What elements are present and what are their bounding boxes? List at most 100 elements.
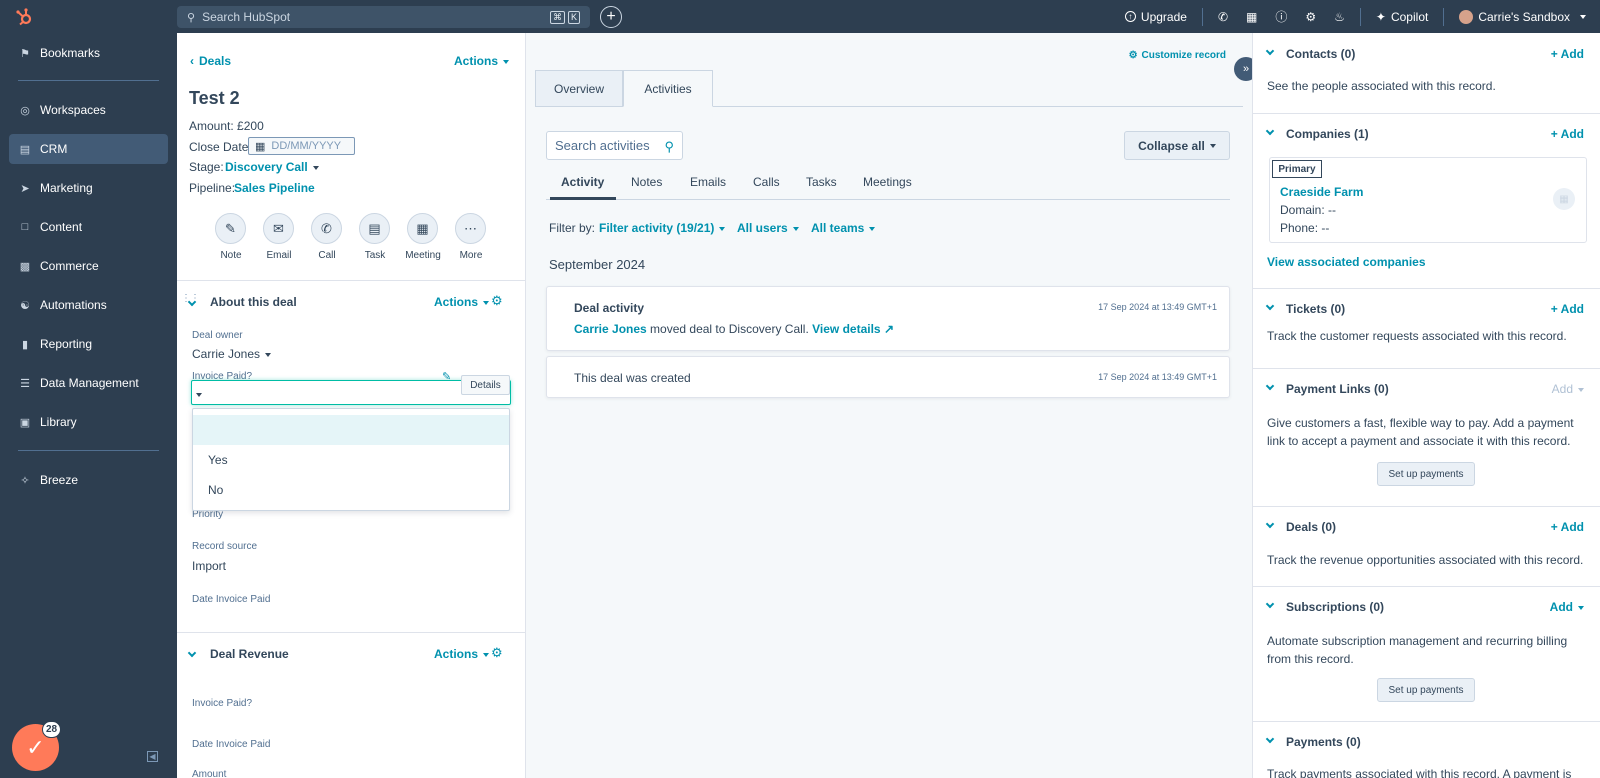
notifications-bell-icon[interactable]: ♨ [1325, 10, 1354, 24]
set-up-payments-button[interactable]: Set up payments [1377, 678, 1475, 702]
dropdown-option-empty[interactable] [193, 415, 509, 445]
chevron-down-icon [792, 226, 799, 231]
companies-section-title[interactable]: Companies (1) [1286, 127, 1369, 141]
meeting-button[interactable]: ▦ [407, 213, 438, 244]
sidebar-item-bookmarks[interactable]: ⚑ Bookmarks [9, 38, 168, 68]
customize-record-link[interactable]: ⚙ Customize record [1129, 50, 1226, 61]
subtab-tasks[interactable]: Tasks [806, 175, 837, 189]
sidebar-item-commerce[interactable]: ▩ Commerce [9, 251, 168, 281]
activities-panel: ⚙ Customize record Overview Activities Se… [526, 33, 1252, 778]
copilot-button[interactable]: ✦ Copilot [1367, 10, 1437, 24]
section-settings-gear-icon[interactable]: ⚙ [491, 293, 503, 309]
stage-dropdown[interactable]: Discovery Call [225, 160, 319, 174]
chevron-down-icon[interactable] [1265, 381, 1275, 391]
payments-section-title[interactable]: Payments (0) [1286, 735, 1361, 749]
subtab-activity[interactable]: Activity [561, 175, 604, 189]
about-actions-menu[interactable]: Actions [434, 295, 490, 309]
add-label: Add [1549, 600, 1573, 614]
add-deal-button[interactable]: + Add [1551, 520, 1584, 534]
add-label: Add [1551, 382, 1573, 396]
record-source-value[interactable]: Import [192, 559, 226, 573]
account-menu[interactable]: Carrie's Sandbox [1450, 9, 1600, 24]
help-icon[interactable]: ⓘ [1266, 8, 1296, 25]
tab-activities[interactable]: Activities [623, 70, 713, 107]
view-details-link[interactable]: View details ↗ [812, 322, 894, 336]
task-button[interactable]: ▤ [359, 213, 390, 244]
details-button[interactable]: Details [461, 375, 510, 395]
view-associated-companies-link[interactable]: View associated companies [1267, 255, 1426, 269]
deal-owner-dropdown[interactable]: Carrie Jones [192, 347, 272, 361]
tab-overview[interactable]: Overview [535, 70, 623, 107]
add-contact-button[interactable]: + Add [1551, 47, 1584, 61]
all-users-dropdown[interactable]: All users [737, 221, 799, 235]
record-title[interactable]: Test 2 [189, 88, 240, 109]
subtab-meetings[interactable]: Meetings [863, 175, 912, 189]
back-to-deals-link[interactable]: ‹ Deals [190, 54, 231, 68]
add-subscription-button[interactable]: Add [1550, 600, 1584, 614]
chevron-down-icon [265, 352, 272, 357]
create-new-button[interactable]: + [600, 6, 622, 28]
activity-text: moved deal to Discovery Call. [650, 322, 809, 336]
calling-icon[interactable]: ✆ [1209, 10, 1237, 24]
global-search-input[interactable]: ⚲ Search HubSpot ⌘ K [177, 6, 590, 28]
revenue-section-toggle[interactable] [187, 645, 197, 659]
sidebar-item-library[interactable]: ▣ Library [9, 407, 168, 437]
chevron-down-icon[interactable] [1265, 301, 1275, 311]
search-activities-input[interactable]: Search activities ⚲ [546, 131, 683, 160]
set-up-payments-button[interactable]: Set up payments [1377, 462, 1475, 486]
sidebar-item-content[interactable]: □ Content [9, 212, 168, 242]
collapse-sidebar-icon[interactable]: ◀ [147, 751, 158, 762]
chevron-down-icon[interactable] [1265, 734, 1275, 744]
record-actions-menu[interactable]: Actions [454, 54, 510, 68]
chevron-down-icon[interactable] [1265, 519, 1275, 529]
sidebar-item-marketing[interactable]: ➤ Marketing [9, 173, 168, 203]
company-name-link[interactable]: Craeside Farm [1280, 185, 1363, 199]
add-payment-link-button[interactable]: Add [1552, 382, 1584, 396]
subtab-calls[interactable]: Calls [753, 175, 780, 189]
all-teams-dropdown[interactable]: All teams [811, 221, 876, 235]
dropdown-option-no[interactable]: No [193, 475, 509, 505]
more-button[interactable]: ⋯ [455, 213, 486, 244]
add-company-button[interactable]: + Add [1551, 127, 1584, 141]
sidebar-item-workspaces[interactable]: ◎ Workspaces [9, 95, 168, 125]
deals-section-title[interactable]: Deals (0) [1286, 520, 1336, 534]
amount-value[interactable]: £200 [237, 119, 264, 133]
invoice-paid-dropdown: Yes No [192, 408, 510, 511]
about-section-title[interactable]: About this deal [210, 295, 297, 309]
collapse-all-button[interactable]: Collapse all [1124, 131, 1230, 160]
subtab-emails[interactable]: Emails [690, 175, 726, 189]
settings-gear-icon[interactable]: ⚙ [1296, 10, 1325, 24]
revenue-actions-menu[interactable]: Actions [434, 647, 490, 661]
deal-created-card[interactable]: This deal was created 17 Sep 2024 at 13:… [546, 356, 1230, 398]
add-ticket-button[interactable]: + Add [1551, 302, 1584, 316]
chevron-down-icon[interactable] [1265, 126, 1275, 136]
subtab-notes[interactable]: Notes [631, 175, 662, 189]
subscriptions-section-title[interactable]: Subscriptions (0) [1286, 600, 1384, 614]
filter-activity-dropdown[interactable]: Filter activity (19/21) [599, 221, 726, 235]
hubspot-logo-icon[interactable] [6, 0, 42, 33]
sidebar-item-breeze[interactable]: ✧ Breeze [9, 465, 168, 495]
revenue-section-title[interactable]: Deal Revenue [210, 647, 289, 661]
chevron-down-icon[interactable] [1265, 599, 1275, 609]
contacts-section-title[interactable]: Contacts (0) [1286, 47, 1355, 61]
sidebar-item-automations[interactable]: ☯ Automations [9, 290, 168, 320]
chevron-down-icon[interactable] [1265, 46, 1275, 56]
sidebar-item-data-management[interactable]: ☰ Data Management [9, 368, 168, 398]
marketplace-icon[interactable]: ▦ [1237, 10, 1266, 24]
dropdown-option-yes[interactable]: Yes [193, 445, 509, 475]
call-button[interactable]: ✆ [311, 213, 342, 244]
note-button[interactable]: ✎ [215, 213, 246, 244]
actor-link[interactable]: Carrie Jones [574, 322, 647, 336]
sidebar-item-crm[interactable]: ▤ CRM [9, 134, 168, 164]
payment-links-section-title[interactable]: Payment Links (0) [1286, 382, 1389, 396]
upgrade-button[interactable]: ↑ Upgrade [1116, 10, 1196, 24]
company-card[interactable]: Primary Craeside Farm Domain: -- Phone: … [1269, 157, 1587, 243]
deal-activity-card[interactable]: Deal activity 17 Sep 2024 at 13:49 GMT+1… [546, 286, 1230, 351]
tickets-section-title[interactable]: Tickets (0) [1286, 302, 1345, 316]
sidebar-item-reporting[interactable]: ▮ Reporting [9, 329, 168, 359]
pipeline-value[interactable]: Sales Pipeline [234, 181, 315, 195]
about-section-toggle[interactable] [187, 294, 197, 308]
section-settings-gear-icon[interactable]: ⚙ [491, 645, 503, 661]
close-date-input[interactable]: ▦ DD/MM/YYYY [248, 137, 355, 155]
email-button[interactable]: ✉ [263, 213, 294, 244]
